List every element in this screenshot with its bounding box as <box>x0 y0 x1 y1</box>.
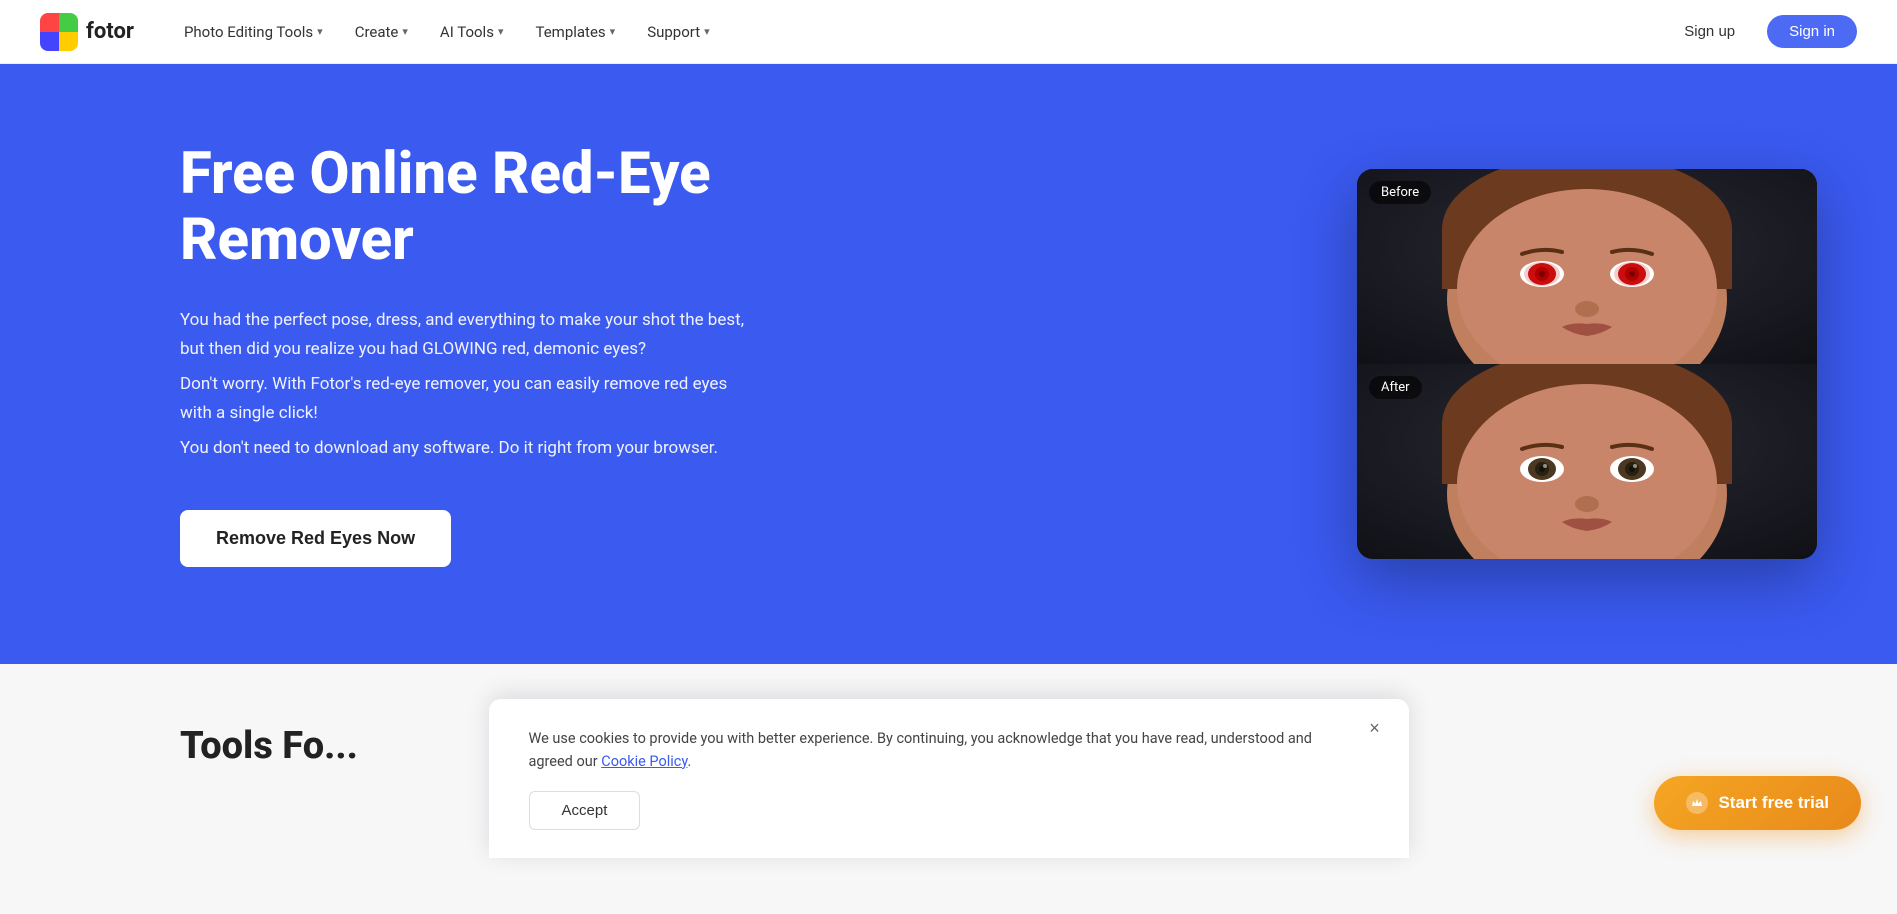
hero-title: Free Online Red-Eye Remover <box>180 141 880 274</box>
nav-links: Photo Editing Tools ▾ Create ▾ AI Tools … <box>170 15 1628 49</box>
cookie-text: We use cookies to provide you with bette… <box>529 727 1329 773</box>
hero-description: You had the perfect pose, dress, and eve… <box>180 306 760 462</box>
cookie-accept-button[interactable]: Accept <box>529 791 641 830</box>
hero-desc-3: You don't need to download any software.… <box>180 434 760 463</box>
trial-label: Start free trial <box>1718 793 1829 813</box>
nav-item-ai-tools[interactable]: AI Tools ▾ <box>426 15 518 49</box>
chevron-down-icon: ▾ <box>610 25 616 38</box>
nav-item-support[interactable]: Support ▾ <box>633 15 723 49</box>
hero-desc-2: Don't worry. With Fotor's red-eye remove… <box>180 370 760 428</box>
chevron-down-icon: ▾ <box>704 25 710 38</box>
remove-red-eyes-button[interactable]: Remove Red Eyes Now <box>180 510 451 567</box>
logo-icon <box>40 13 78 51</box>
nav-item-photo-editing[interactable]: Photo Editing Tools ▾ <box>170 15 337 49</box>
nav-item-create[interactable]: Create ▾ <box>341 15 422 49</box>
before-after-image: Before <box>1357 169 1817 559</box>
hero-desc-1: You had the perfect pose, dress, and eve… <box>180 306 760 364</box>
cookie-close-button[interactable]: × <box>1361 715 1389 743</box>
navbar: fotor Photo Editing Tools ▾ Create ▾ AI … <box>0 0 1897 64</box>
hero-content: Free Online Red-Eye Remover You had the … <box>180 141 880 568</box>
nav-right: Sign up Sign in <box>1664 15 1857 48</box>
start-trial-button[interactable]: Start free trial <box>1654 776 1861 830</box>
nav-item-templates[interactable]: Templates ▾ <box>521 15 629 49</box>
cookie-policy-link[interactable]: Cookie Policy <box>601 753 687 770</box>
chevron-down-icon: ▾ <box>317 25 323 38</box>
hero-section: Free Online Red-Eye Remover You had the … <box>0 64 1897 664</box>
before-badge: Before <box>1369 181 1431 204</box>
cookie-banner: × We use cookies to provide you with bet… <box>489 699 1409 858</box>
signup-button[interactable]: Sign up <box>1664 15 1755 48</box>
brand-name: fotor <box>86 19 134 44</box>
logo[interactable]: fotor <box>40 13 134 51</box>
signin-button[interactable]: Sign in <box>1767 15 1857 48</box>
chevron-down-icon: ▾ <box>402 25 408 38</box>
after-image-svg <box>1357 364 1817 559</box>
before-panel: Before <box>1357 169 1817 364</box>
crown-icon <box>1690 796 1704 810</box>
trial-icon <box>1686 792 1708 814</box>
after-panel: After <box>1357 364 1817 559</box>
chevron-down-icon: ▾ <box>498 25 504 38</box>
after-badge: After <box>1369 376 1422 399</box>
